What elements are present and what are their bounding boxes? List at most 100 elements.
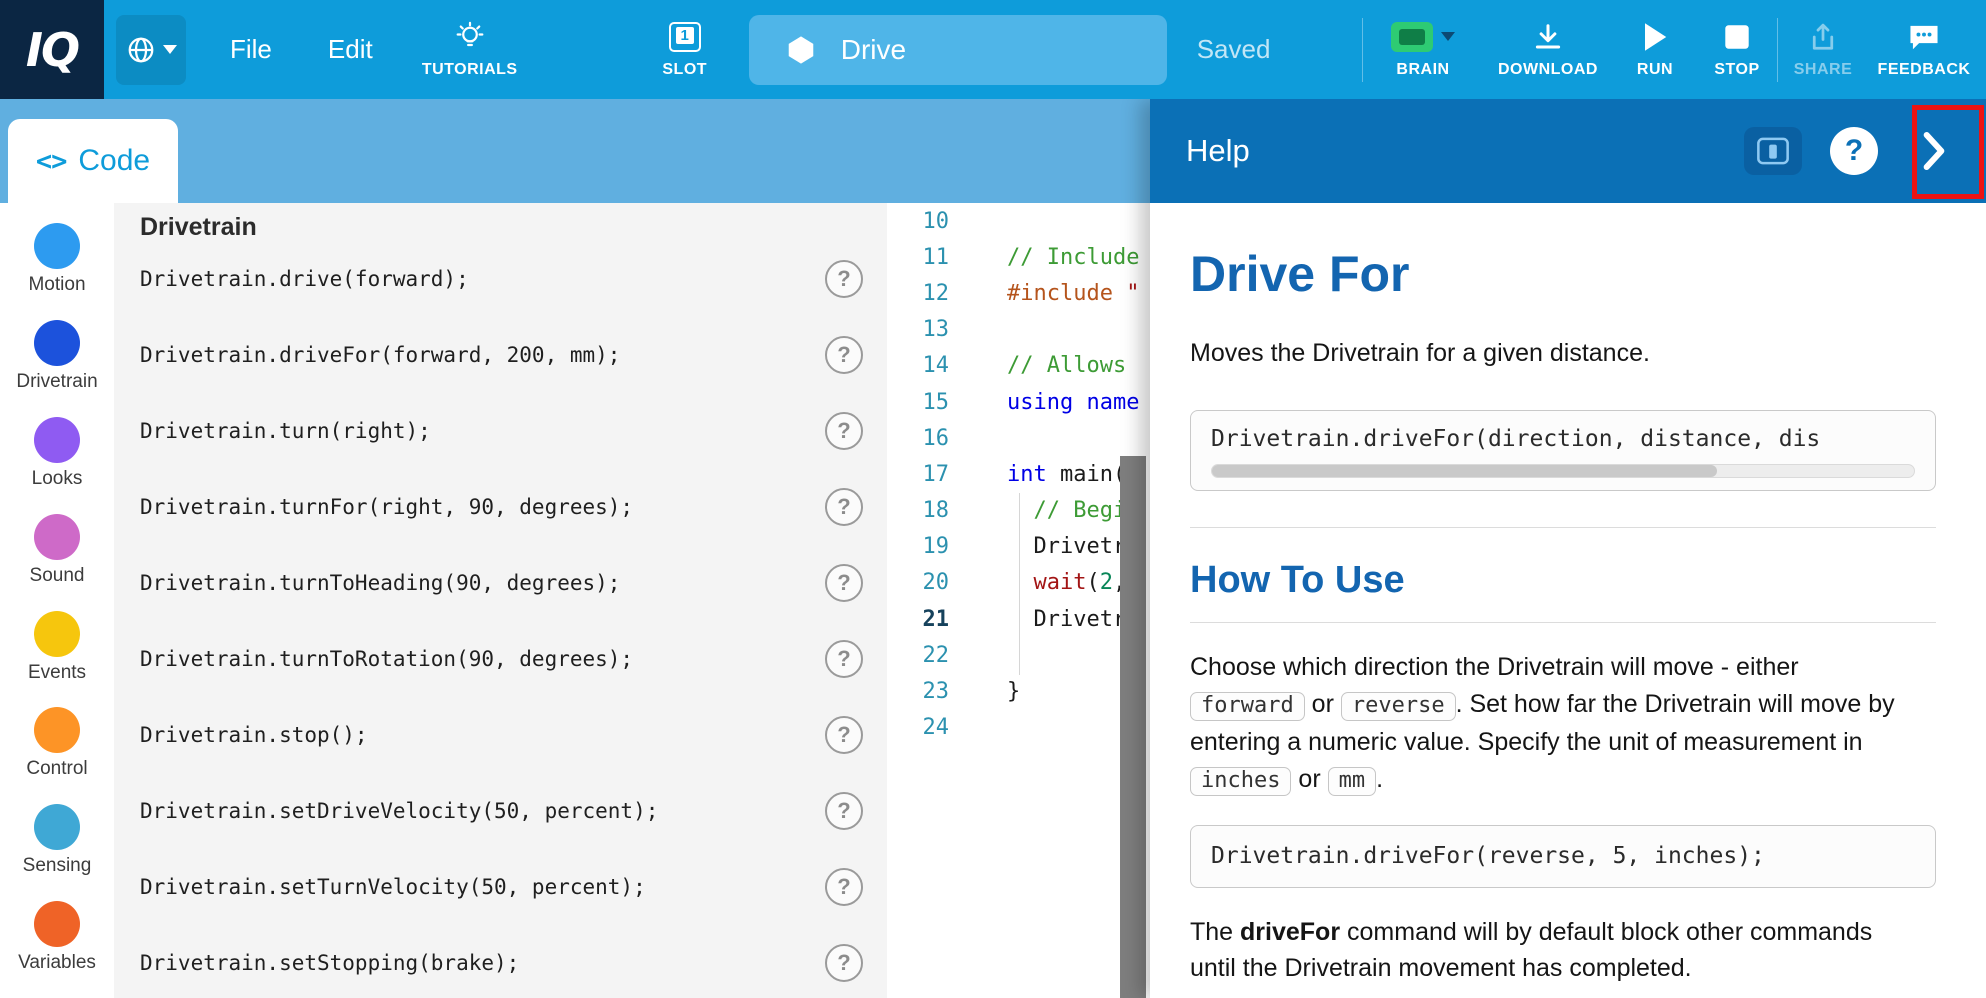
- tab-code[interactable]: <> Code: [8, 119, 178, 203]
- heading-divider: [1190, 622, 1936, 623]
- how-to-use-heading: How To Use: [1190, 558, 1936, 602]
- line-number: 16: [887, 426, 957, 451]
- category-sidebar: Motion Drivetrain Looks Sound Events Control S…: [0, 203, 114, 998]
- command-help-button[interactable]: ?: [825, 564, 863, 602]
- edit-menu[interactable]: Edit: [316, 28, 385, 71]
- command-text[interactable]: Drivetrain.driveFor(forward, 200, mm);: [140, 343, 825, 367]
- toolbar-secondary: <> Code: [0, 99, 1150, 203]
- code-token: int: [1007, 462, 1047, 487]
- command-text[interactable]: Drivetrain.setStopping(brake);: [140, 951, 825, 975]
- run-button[interactable]: RUN: [1613, 0, 1697, 99]
- share-icon: [1808, 22, 1838, 52]
- command-help-button[interactable]: ?: [825, 488, 863, 526]
- command-text[interactable]: Drivetrain.setTurnVelocity(50, percent);: [140, 875, 825, 899]
- category-color-dot: [34, 514, 80, 560]
- category-label: Sound: [30, 565, 85, 587]
- line-code: int main(: [957, 462, 1126, 487]
- command-row[interactable]: Drivetrain.driveFor(forward, 200, mm);?: [114, 317, 887, 393]
- tutorials-button[interactable]: TUTORIALS: [415, 0, 525, 99]
- code-token: #include: [1007, 281, 1113, 306]
- command-text[interactable]: Drivetrain.turnToHeading(90, degrees);: [140, 571, 825, 595]
- category-label: Drivetrain: [16, 371, 97, 393]
- help-title: Help: [1186, 133, 1250, 169]
- editor-line: 11// Include: [887, 239, 1150, 275]
- command-row[interactable]: Drivetrain.turn(right);?: [114, 393, 887, 469]
- stop-button[interactable]: STOP: [1697, 0, 1777, 99]
- file-menu[interactable]: File: [218, 28, 284, 71]
- command-help-button[interactable]: ?: [825, 336, 863, 374]
- command-row[interactable]: Drivetrain.turnToHeading(90, degrees);?: [114, 545, 887, 621]
- line-code: Drivetr: [957, 534, 1126, 559]
- download-button[interactable]: DOWNLOAD: [1483, 0, 1613, 99]
- vex-iq-logo[interactable]: IQ: [0, 0, 104, 99]
- question-mark-icon: ?: [1845, 134, 1863, 168]
- code-example-usage: Drivetrain.driveFor(reverse, 5, inches);: [1190, 825, 1936, 888]
- line-number: 20: [887, 570, 957, 595]
- command-row[interactable]: Drivetrain.drive(forward);?: [114, 241, 887, 317]
- line-code: // Begi: [957, 498, 1126, 523]
- line-code: wait(2,: [957, 570, 1126, 595]
- sidebar-item-looks[interactable]: Looks: [0, 417, 114, 514]
- command-help-button[interactable]: ?: [825, 868, 863, 906]
- command-row[interactable]: Drivetrain.setDriveVelocity(50, percent)…: [114, 773, 887, 849]
- command-text[interactable]: Drivetrain.turnFor(right, 90, degrees);: [140, 495, 825, 519]
- command-row[interactable]: Drivetrain.turnToRotation(90, degrees);?: [114, 621, 887, 697]
- brain-icon: [1756, 137, 1790, 165]
- brain-button[interactable]: BRAIN: [1363, 0, 1483, 99]
- language-selector-button[interactable]: [116, 15, 186, 85]
- sidebar-item-sensing[interactable]: Sensing: [0, 804, 114, 901]
- category-label: Motion: [28, 274, 85, 296]
- line-number: 23: [887, 679, 957, 704]
- command-help-button[interactable]: ?: [825, 640, 863, 678]
- command-row[interactable]: Drivetrain.setStopping(brake);?: [114, 925, 887, 998]
- editor-scrollbar[interactable]: [1120, 203, 1146, 998]
- project-name-pill[interactable]: Drive: [749, 15, 1167, 85]
- collapse-help-button[interactable]: [1906, 109, 1962, 193]
- code-example-text: Drivetrain.driveFor(reverse, 5, inches);: [1211, 842, 1915, 871]
- sidebar-item-events[interactable]: Events: [0, 611, 114, 708]
- line-code: Drivetr: [957, 607, 1126, 632]
- command-help-button[interactable]: ?: [825, 716, 863, 754]
- command-row[interactable]: Drivetrain.turnFor(right, 90, degrees);?: [114, 469, 887, 545]
- brain-help-button[interactable]: [1744, 127, 1802, 175]
- code-editor[interactable]: 1011// Include12#include "1314// Allows1…: [887, 203, 1150, 998]
- sidebar-item-drivetrain[interactable]: Drivetrain: [0, 320, 114, 417]
- category-color-dot: [34, 707, 80, 753]
- sidebar-item-motion[interactable]: Motion: [0, 223, 114, 320]
- command-text[interactable]: Drivetrain.turnToRotation(90, degrees);: [140, 647, 825, 671]
- category-label: Control: [26, 758, 87, 780]
- category-label: Looks: [32, 468, 83, 490]
- sidebar-item-variables[interactable]: Variables: [0, 901, 114, 998]
- command-text[interactable]: Drivetrain.drive(forward);: [140, 267, 825, 291]
- line-number: 21: [887, 607, 957, 632]
- command-help-button[interactable]: ?: [825, 260, 863, 298]
- slot-button[interactable]: 1 SLOT: [645, 0, 725, 99]
- command-row[interactable]: Drivetrain.setTurnVelocity(50, percent);…: [114, 849, 887, 925]
- editor-line: 14// Allows: [887, 348, 1150, 384]
- command-help-button[interactable]: ?: [825, 792, 863, 830]
- command-text[interactable]: Drivetrain.stop();: [140, 723, 825, 747]
- command-row[interactable]: Drivetrain.stop();?: [114, 697, 887, 773]
- help-question-button[interactable]: ?: [1830, 127, 1878, 175]
- editor-scrollbar-thumb[interactable]: [1120, 456, 1146, 998]
- editor-line: 16: [887, 420, 1150, 456]
- sidebar-item-sound[interactable]: Sound: [0, 514, 114, 611]
- code-example-scrollbar-thumb[interactable]: [1212, 465, 1717, 477]
- code-example-signature: Drivetrain.driveFor(direction, distance,…: [1190, 410, 1936, 491]
- code-token: 2: [1100, 570, 1113, 595]
- share-button[interactable]: SHARE: [1778, 0, 1868, 99]
- share-label: SHARE: [1794, 61, 1853, 79]
- logo-text: IQ: [26, 23, 78, 77]
- code-token: [1007, 570, 1034, 595]
- command-help-button[interactable]: ?: [825, 412, 863, 450]
- line-code: using name: [957, 390, 1139, 415]
- line-number: 10: [887, 209, 957, 234]
- code-example-scrollbar[interactable]: [1211, 464, 1915, 478]
- command-text[interactable]: Drivetrain.setDriveVelocity(50, percent)…: [140, 799, 825, 823]
- code-token: // Begi: [1034, 498, 1127, 523]
- sidebar-item-control[interactable]: Control: [0, 707, 114, 804]
- command-text[interactable]: Drivetrain.turn(right);: [140, 419, 825, 443]
- category-color-dot: [34, 417, 80, 463]
- command-help-button[interactable]: ?: [825, 944, 863, 982]
- feedback-button[interactable]: FEEDBACK: [1868, 0, 1980, 99]
